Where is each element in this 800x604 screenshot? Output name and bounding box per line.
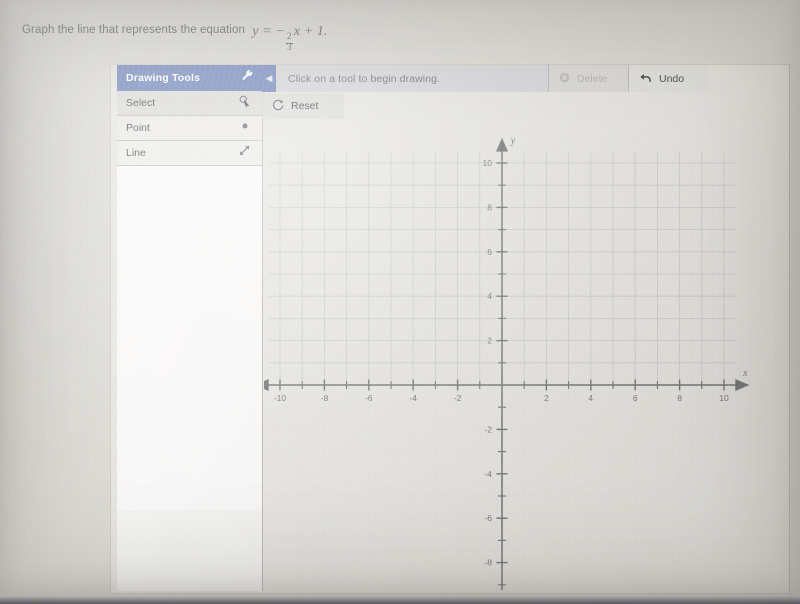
svg-text:-6: -6: [365, 393, 373, 403]
circle-x-icon: [558, 71, 571, 87]
toolbar-status-text: Click on a tool to begin drawing.: [288, 72, 441, 85]
svg-text:x: x: [742, 368, 748, 379]
svg-text:-6: -6: [484, 513, 492, 523]
toolbar-status-strip: Click on a tool to begin drawing.: [276, 65, 548, 92]
equation-constant: 1: [316, 24, 324, 39]
drawing-tools-title: Drawing Tools: [126, 72, 201, 84]
svg-text:2: 2: [544, 393, 549, 403]
svg-text:-2: -2: [484, 424, 492, 434]
svg-text:4: 4: [487, 291, 492, 301]
delete-button[interactable]: Delete: [548, 65, 628, 92]
equation-plus: +: [303, 24, 314, 39]
coordinate-plane[interactable]: -10-8-6-4-2246810108642-2-4-6-8-10 xy: [264, 120, 786, 590]
reset-button-label: Reset: [291, 100, 319, 112]
undo-arrow-icon: [638, 70, 653, 88]
wrench-icon: [241, 69, 254, 87]
drawing-tools-empty-body: [117, 166, 262, 510]
reset-button[interactable]: Reset: [262, 93, 344, 119]
equation-fraction: 23: [285, 32, 293, 53]
svg-text:2: 2: [487, 336, 492, 346]
svg-text:-8: -8: [321, 393, 329, 403]
svg-text:4: 4: [588, 393, 593, 403]
axes: [264, 137, 750, 590]
panel-collapse-button[interactable]: ◀: [262, 65, 276, 92]
question-prompt: Graph the line that represents the equat…: [22, 22, 328, 52]
equation-lhs: y: [252, 24, 259, 39]
drawing-toolbar: ◀ Click on a tool to begin drawing. Dele…: [262, 65, 708, 92]
equation-equals: =: [262, 24, 272, 39]
tool-item-select[interactable]: Select: [117, 91, 262, 116]
svg-text:-2: -2: [454, 393, 462, 403]
tool-item-select-label: Select: [126, 97, 156, 109]
drawing-tools-header: Drawing Tools: [117, 65, 262, 91]
prompt-text: Graph the line that represents the equat…: [22, 24, 245, 36]
equation-period: .: [324, 24, 328, 39]
svg-text:6: 6: [633, 393, 638, 403]
equation: y = −2 3 x + 1.: [252, 24, 328, 52]
svg-text:-4: -4: [484, 469, 492, 479]
undo-button[interactable]: Undo: [628, 65, 708, 92]
tool-item-line[interactable]: Line: [117, 141, 262, 166]
svg-text:6: 6: [487, 247, 492, 257]
equation-variable: x: [293, 24, 301, 39]
chevron-left-icon: ◀: [265, 73, 273, 83]
svg-text:8: 8: [677, 393, 682, 403]
tool-item-point-label: Point: [126, 122, 150, 134]
photo-bottom-shadow: [0, 596, 800, 604]
fraction-denominator: 3: [286, 42, 292, 53]
svg-text:10: 10: [719, 393, 729, 403]
svg-text:-8: -8: [484, 558, 492, 568]
refresh-icon: [271, 98, 285, 115]
tool-item-point[interactable]: Point: [117, 116, 262, 141]
undo-button-label: Undo: [659, 72, 685, 85]
svg-text:10: 10: [483, 158, 493, 168]
svg-text:y: y: [510, 136, 516, 147]
drawing-tools-panel: Drawing Tools Select Point Line: [117, 65, 263, 591]
graph-svg[interactable]: -10-8-6-4-2246810108642-2-4-6-8-10 xy: [264, 120, 786, 590]
diagonal-arrow-icon: [237, 143, 252, 163]
axis-titles: xy: [510, 136, 748, 379]
dot-icon: [238, 119, 252, 138]
equation-sign: −: [275, 24, 285, 39]
cursor-pointer-icon: [238, 94, 252, 113]
tool-item-line-label: Line: [126, 147, 146, 159]
svg-text:-4: -4: [409, 393, 417, 403]
svg-text:-10: -10: [274, 393, 287, 403]
svg-text:8: 8: [487, 202, 492, 212]
delete-button-label: Delete: [577, 72, 608, 85]
